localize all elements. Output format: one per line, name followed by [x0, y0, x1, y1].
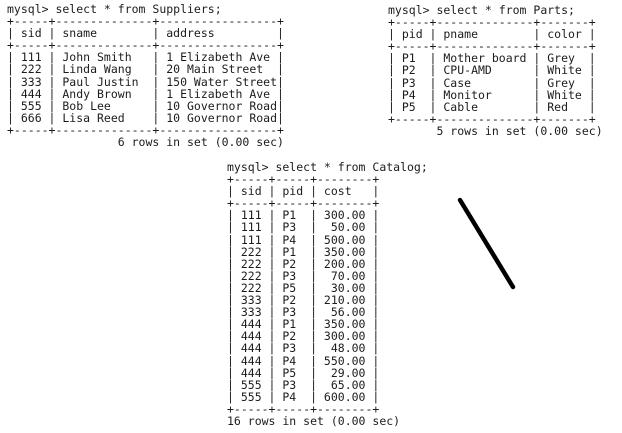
suppliers-row-count: 6 rows in set (0.00 sec) [7, 135, 284, 150]
table-row: | P3 | Case | Grey | [388, 75, 596, 90]
pen-stroke-mark [457, 197, 516, 290]
table-row: | 444 | P4 | 550.00 | [227, 353, 380, 368]
table-row: | 111 | P4 | 500.00 | [227, 232, 380, 247]
table-row: | 222 | P1 | 350.00 | [227, 244, 380, 259]
parts-row-count: 5 rows in set (0.00 sec) [388, 123, 603, 138]
table-row: | 222 | Linda Wang | 20 Main Street | [7, 62, 284, 77]
parts-query-output: mysql> select * from Parts; +-----+------… [388, 4, 603, 137]
table-row: | 555 | P3 | 65.00 | [227, 377, 380, 392]
suppliers-query-output: mysql> select * from Suppliers; +-----+--… [7, 3, 284, 148]
table-row: | 111 | P3 | 50.00 | [227, 220, 380, 235]
catalog-query-output: mysql> select * from Catalog; +-----+----… [227, 161, 428, 427]
table-row: | 333 | Paul Justin | 150 Water Street| [7, 74, 284, 89]
table-row: | 444 | P3 | 48.00 | [227, 341, 380, 356]
table-row: | 444 | Andy Brown | 1 Elizabeth Ave | [7, 86, 284, 101]
catalog-row-count: 16 rows in set (0.00 sec) [227, 413, 401, 428]
table-row: | P4 | Monitor | White | [388, 87, 596, 102]
table-row: | 444 | P5 | 29.00 | [227, 365, 380, 380]
pen-stroke-line [457, 197, 516, 290]
table-row: | P2 | CPU-AMD | White | [388, 63, 596, 78]
